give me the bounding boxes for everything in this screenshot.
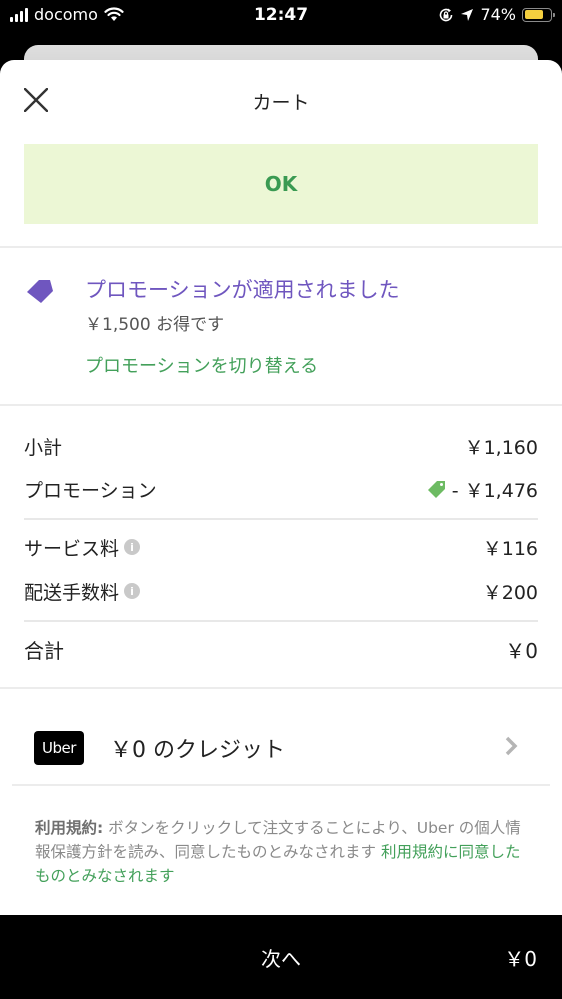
- subtotal-label: 小計: [24, 436, 63, 459]
- signal-icon: [10, 7, 28, 22]
- divider: [24, 620, 538, 622]
- promotion-savings: ￥1,500 お得です: [85, 315, 225, 335]
- location-arrow-icon: [461, 8, 474, 21]
- terms-prefix: 利用規約:: [35, 819, 104, 837]
- promotion-applied-title: プロモーションが適用されました: [85, 278, 400, 302]
- carrier-name: docomo: [34, 5, 98, 24]
- close-button[interactable]: [20, 84, 52, 116]
- next-button[interactable]: 次へ ￥0: [0, 915, 562, 999]
- promotion-label: プロモーション: [24, 479, 157, 502]
- wifi-icon: [104, 7, 124, 21]
- service-fee-label: サービス料: [24, 537, 120, 560]
- divider: [12, 784, 550, 786]
- tag-icon: [427, 481, 445, 498]
- tag-icon: [27, 280, 53, 303]
- close-icon: [24, 88, 48, 112]
- ok-banner-button[interactable]: OK: [24, 144, 538, 224]
- promotion-value: - ￥1,476: [451, 479, 538, 502]
- promotion-section: プロモーションが適用されました ￥1,500 お得です プロモーションを切り替え…: [0, 248, 562, 406]
- page-title: カート: [252, 92, 310, 114]
- orientation-lock-icon: [440, 8, 453, 21]
- uber-credit-row[interactable]: Uber ￥0 のクレジット: [0, 700, 562, 786]
- delivery-fee-label-group: 配送手数料 i: [24, 578, 141, 605]
- info-icon[interactable]: i: [124, 539, 141, 555]
- subtotal-value: ￥1,160: [464, 436, 538, 459]
- switch-promotion-link[interactable]: プロモーションを切り替える: [85, 352, 318, 378]
- delivery-fee-row: 配送手数料 i ￥200: [24, 575, 538, 607]
- cart-sheet: カート OK プロモーションが適用されました ￥1,500 お得です プロモーシ…: [0, 60, 562, 999]
- terms-text: 利用規約: ボタンをクリックして注文することにより、Uber の個人情報保護方針…: [35, 816, 535, 888]
- next-label: 次へ: [261, 947, 301, 971]
- delivery-fee-label: 配送手数料: [24, 581, 120, 604]
- battery-icon: [522, 7, 555, 22]
- status-right: 74%: [438, 5, 555, 24]
- promotion-row: プロモーション - ￥1,476: [24, 473, 538, 505]
- divider: [0, 687, 562, 689]
- total-row: 合計 ￥0: [24, 633, 538, 665]
- subtotal-row: 小計 ￥1,160: [24, 430, 538, 462]
- service-fee-label-group: サービス料 i: [24, 534, 141, 561]
- delivery-fee-value: ￥200: [482, 581, 538, 604]
- credit-label: ￥0 のクレジット: [110, 738, 285, 763]
- total-label: 合計: [24, 638, 64, 663]
- info-icon[interactable]: i: [124, 583, 141, 599]
- service-fee-value: ￥116: [482, 537, 538, 560]
- chevron-right-icon: [505, 736, 518, 756]
- divider: [0, 404, 562, 406]
- total-value: ￥0: [505, 638, 538, 663]
- battery-level: [524, 10, 543, 19]
- next-price: ￥0: [504, 947, 537, 971]
- battery-percent: 74%: [480, 5, 516, 24]
- status-left: docomo: [10, 5, 124, 24]
- header: カート: [0, 60, 562, 144]
- status-bar: docomo 12:47 74%: [0, 0, 562, 32]
- promotion-value-group: - ￥1,476: [426, 476, 538, 503]
- uber-logo: Uber: [34, 731, 84, 765]
- divider: [24, 518, 538, 520]
- service-fee-row: サービス料 i ￥116: [24, 531, 538, 563]
